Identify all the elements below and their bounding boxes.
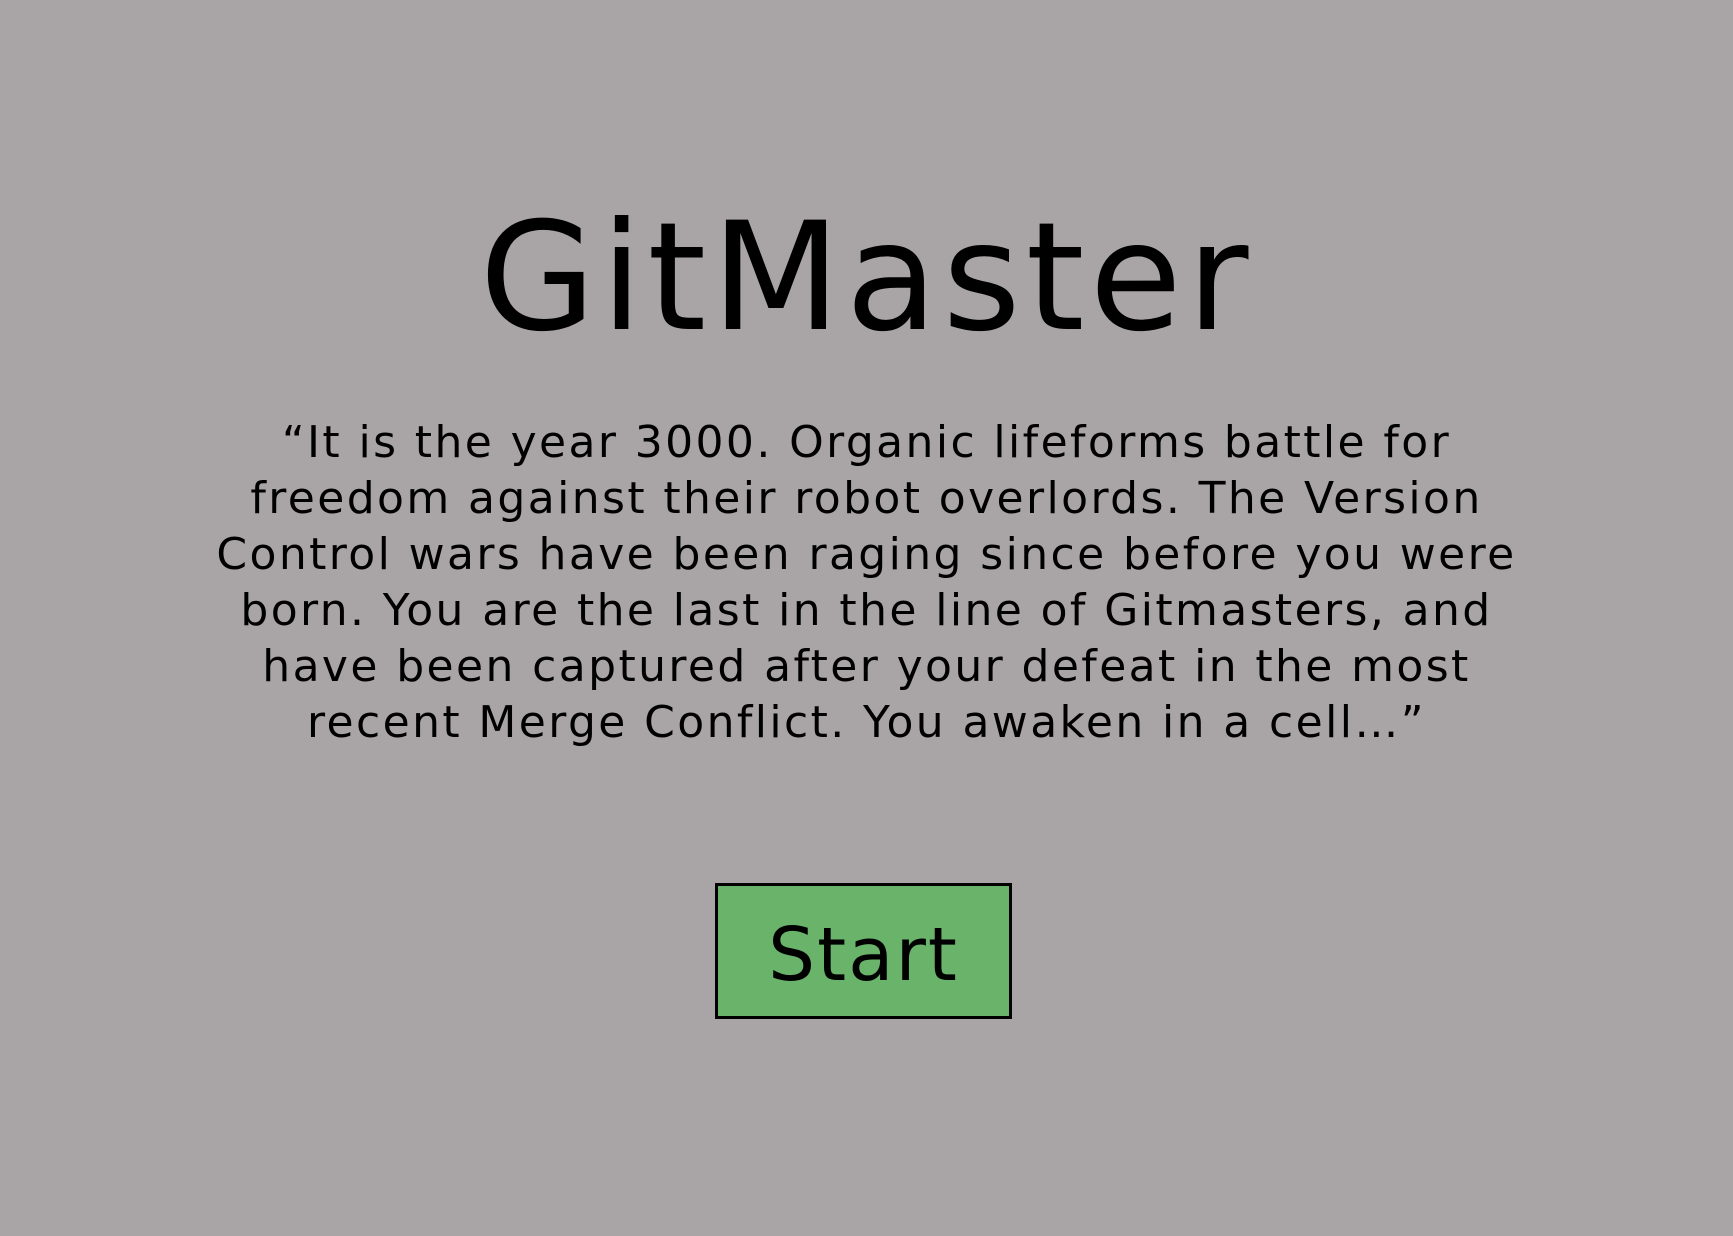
intro-story-text: “It is the year 3000. Organic lifeforms … <box>216 417 1517 748</box>
title-screen: GitMaster “It is the year 3000. Organic … <box>0 0 1733 1236</box>
start-button[interactable]: Start <box>715 883 1012 1019</box>
start-button-label: Start <box>768 912 959 998</box>
game-title: GitMaster <box>479 191 1254 365</box>
